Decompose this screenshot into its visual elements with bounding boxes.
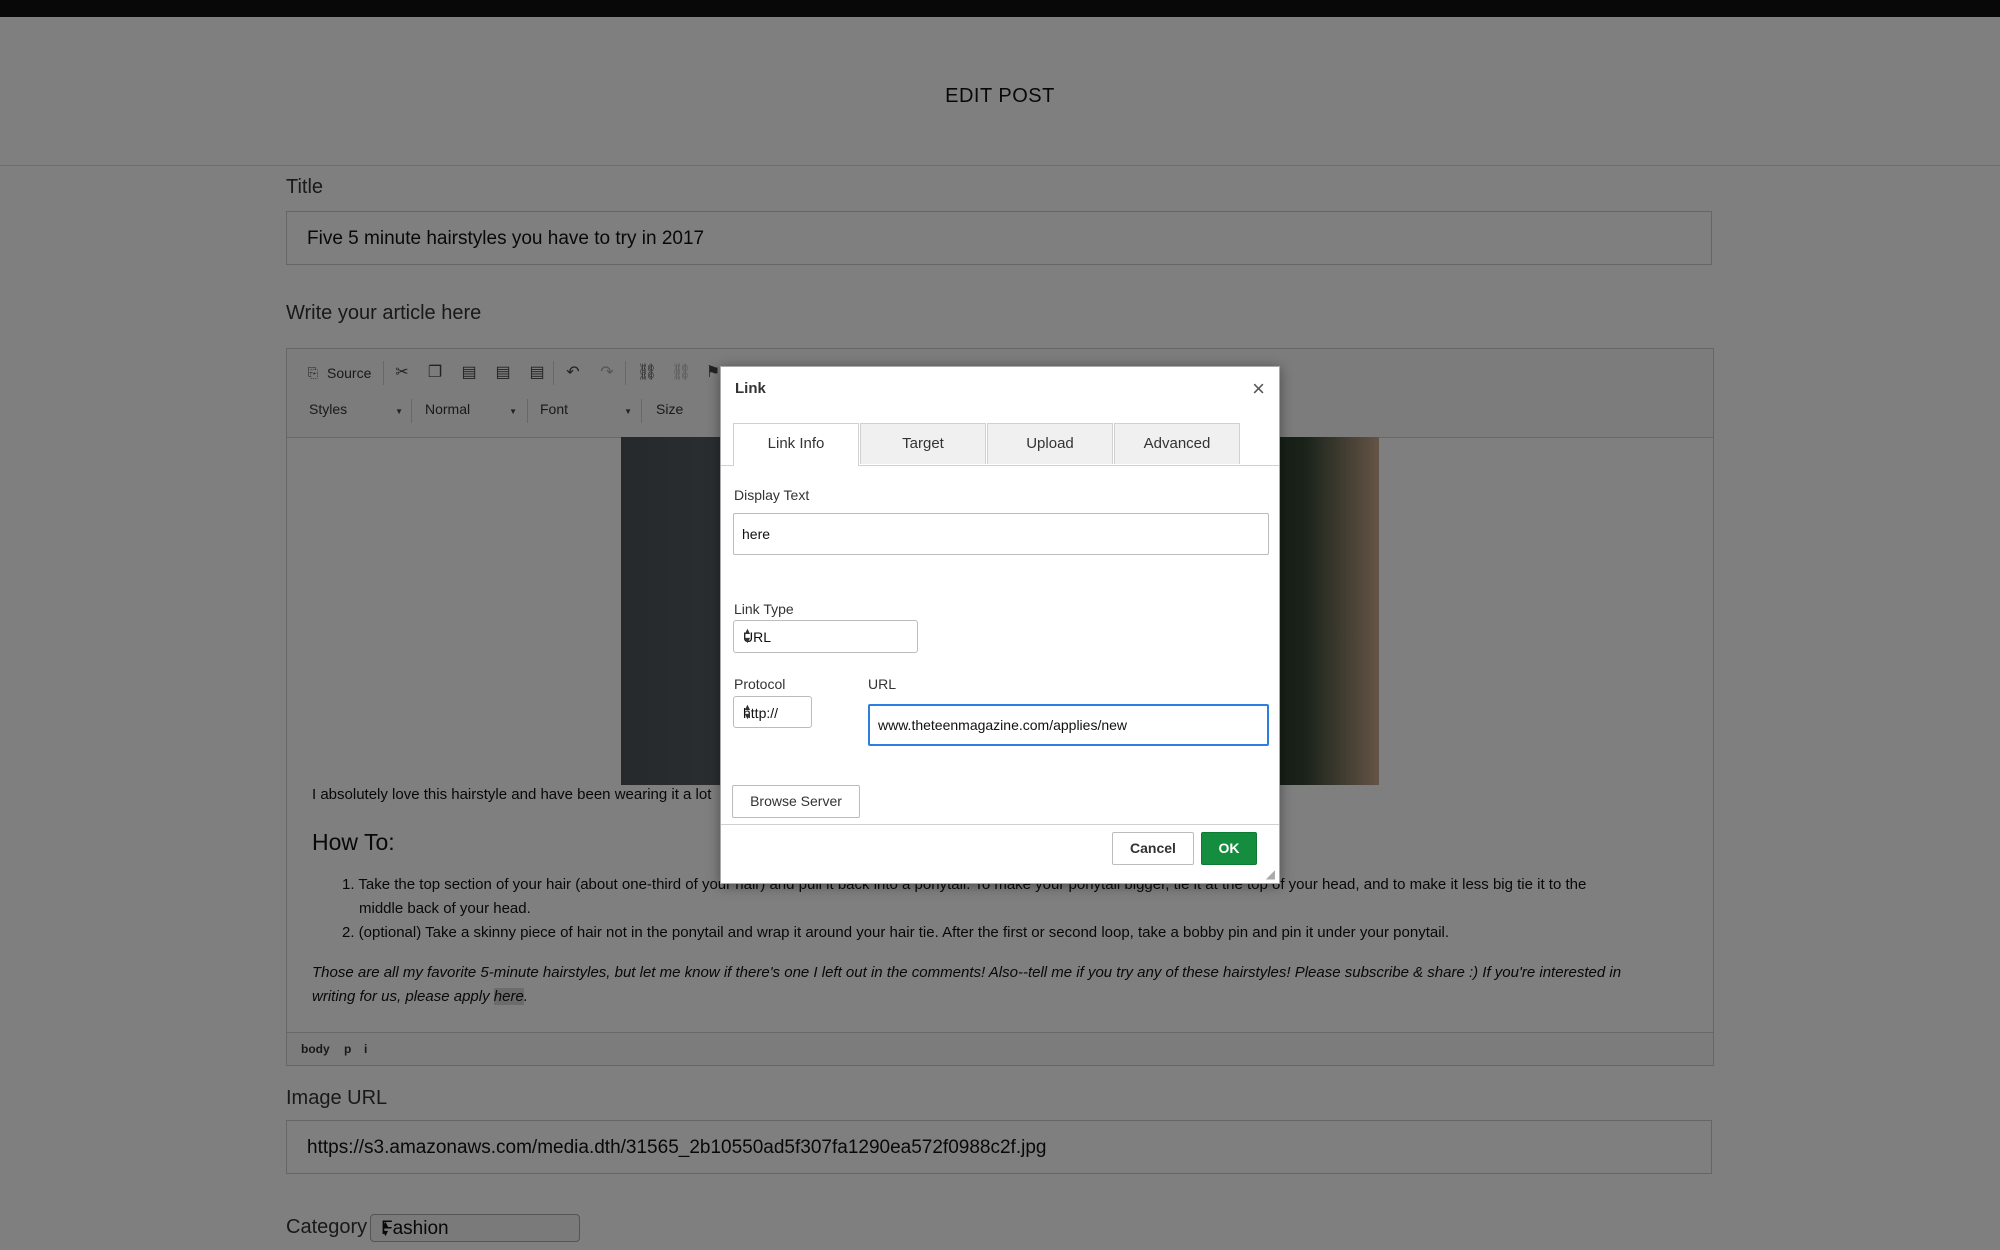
url-input[interactable]: www.theteenmagazine.com/applies/new [868,704,1269,746]
dialog-footer: Cancel OK ◢ [721,824,1279,883]
link-dialog: Link × Link Info Target Upload Advanced … [720,366,1280,884]
link-type-label: Link Type [734,601,794,617]
select-arrows-icon: ▲▼ [743,702,752,721]
tab-target[interactable]: Target [860,423,986,464]
cancel-button[interactable]: Cancel [1112,832,1194,865]
tab-link-info[interactable]: Link Info [733,423,859,466]
protocol-select[interactable]: http:// ▲ ▼ [733,696,812,728]
link-type-select[interactable]: URL ▲ ▼ [733,620,918,653]
url-label: URL [868,676,897,692]
dialog-header[interactable]: Link × [721,367,1279,411]
resize-handle-icon[interactable]: ◢ [1266,867,1275,881]
protocol-label: Protocol [734,676,786,692]
select-arrows-icon: ▲▼ [743,626,752,645]
tab-upload[interactable]: Upload [987,423,1113,464]
display-text-label: Display Text [734,487,810,503]
close-icon[interactable]: × [1252,376,1265,402]
ok-button[interactable]: OK [1201,832,1257,865]
tab-advanced[interactable]: Advanced [1114,423,1240,464]
dialog-tabs: Link Info Target Upload Advanced [721,423,1279,466]
browse-server-button[interactable]: Browse Server [732,785,860,818]
display-text-input[interactable]: here [733,513,1269,555]
url-value: www.theteenmagazine.com/applies/new [878,717,1128,733]
dialog-title: Link [735,380,766,397]
display-text-value: here [742,526,771,542]
